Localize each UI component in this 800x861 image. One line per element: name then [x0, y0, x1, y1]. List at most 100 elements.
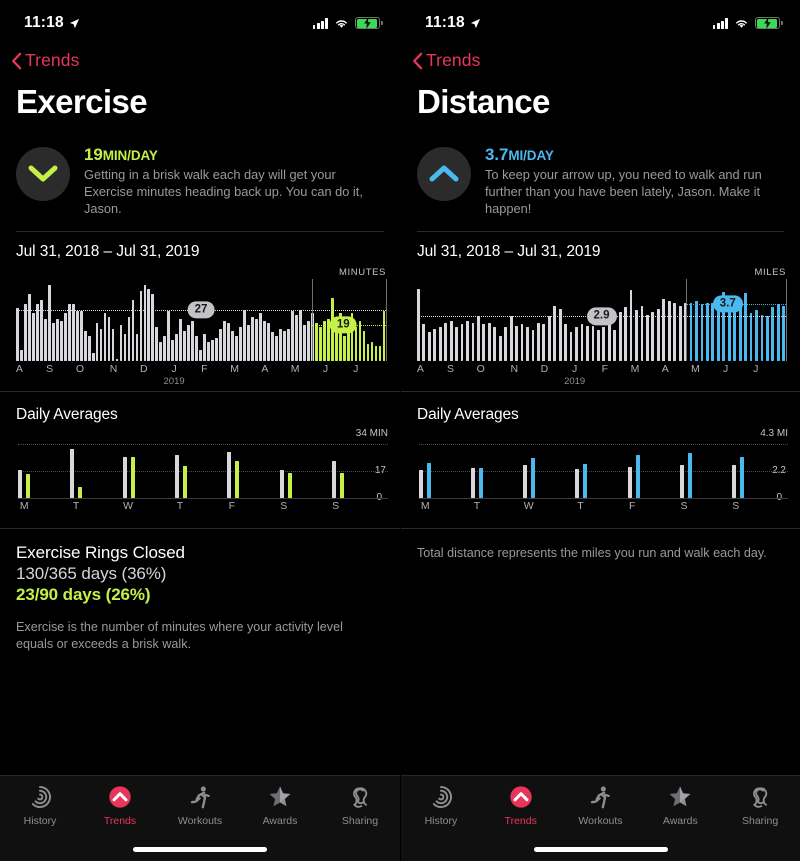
trend-bar: [629, 290, 633, 361]
x-axis-tick: A: [661, 362, 669, 375]
tab-label: History: [424, 815, 458, 827]
tab-label: Sharing: [341, 815, 379, 827]
trend-bar: [143, 284, 147, 361]
avg-bar: [739, 456, 744, 498]
avg-bar-group: [279, 444, 292, 498]
trend-bar: [575, 327, 578, 361]
trend-bar: [175, 334, 179, 361]
avg-bar-group: [174, 444, 187, 498]
avg-plot-area: [419, 443, 788, 499]
trend-bar: [460, 324, 464, 361]
avg-x-tick: S: [732, 499, 740, 512]
trend-bar: [635, 310, 638, 361]
trend-bar: [147, 288, 151, 361]
trend-bar: [727, 304, 731, 361]
daily-averages-chart[interactable]: 4.3 MI 2.2 0 MTWTFSS: [413, 428, 792, 514]
avg-bar-group: [575, 444, 588, 498]
trend-bar: [123, 334, 127, 361]
tab-workouts[interactable]: Workouts: [160, 782, 240, 827]
trend-bar: [127, 317, 131, 361]
trend-bar: [294, 315, 298, 361]
tab-awards[interactable]: Awards: [640, 782, 720, 827]
avg-bar: [479, 467, 484, 498]
avg-bar: [531, 457, 536, 498]
x-axis-tick: A: [416, 362, 424, 375]
trend-bar: [487, 322, 491, 361]
avg-bar-group: [731, 444, 744, 498]
daily-averages-chart[interactable]: 34 MIN 17 0 MTWTFSS: [12, 428, 392, 514]
avg-bar: [122, 456, 127, 498]
location-arrow-icon: [69, 18, 79, 28]
tab-label: Trends: [103, 815, 137, 827]
main-trend-chart[interactable]: MILES 2.9 3.7 A S O N D J F M A M J J 2019: [409, 267, 794, 387]
tab-awards[interactable]: Awards: [240, 782, 320, 827]
x-axis-tick: N: [109, 362, 118, 375]
trend-bar: [482, 324, 486, 361]
location-arrow-icon: [470, 18, 480, 28]
trend-bar: [755, 310, 758, 361]
chart-unit-label: MINUTES: [339, 266, 386, 278]
tab-history[interactable]: History: [0, 782, 80, 827]
trend-direction-badge: [417, 147, 471, 201]
trend-bar: [782, 305, 786, 361]
trend-number: 19: [84, 145, 103, 164]
trend-number: 3.7: [485, 145, 509, 164]
trend-unit: MI/DAY: [508, 148, 554, 163]
avg-x-tick: F: [628, 499, 636, 512]
trends-up-arrow-icon: [107, 782, 133, 812]
phone-screen-distance: 11:18 Trends Distance 3.7MI/DAY To keep …: [400, 0, 800, 861]
back-button-trends[interactable]: Trends: [0, 40, 400, 71]
trend-bar: [526, 327, 529, 361]
long-term-average-pill: 27: [187, 300, 215, 319]
tab-workouts[interactable]: Workouts: [561, 782, 641, 827]
rings-history-icon: [27, 782, 53, 812]
trend-bar: [19, 349, 23, 361]
trend-bar: [251, 317, 254, 361]
window-start-rule: [685, 278, 687, 361]
trend-bar: [47, 284, 51, 361]
trend-bar: [553, 305, 557, 361]
tab-sharing[interactable]: Sharing: [720, 782, 800, 827]
home-indicator[interactable]: [533, 847, 668, 852]
date-range-label: Jul 31, 2018 – Jul 31, 2019: [16, 242, 200, 260]
chevron-left-icon: [12, 52, 22, 69]
trend-bar: [678, 305, 682, 361]
trend-bar: [239, 326, 242, 361]
chart-plot-area: 27 19: [16, 278, 387, 361]
trend-bar: [358, 320, 362, 361]
tab-label: Trends: [504, 815, 537, 827]
trend-bar: [711, 302, 715, 361]
trend-bar: [504, 327, 508, 361]
status-bar: 11:18: [401, 0, 800, 40]
avg-x-tick: T: [577, 499, 584, 512]
tab-trends[interactable]: Trends: [481, 782, 561, 827]
tab-sharing[interactable]: Sharing: [320, 782, 400, 827]
x-axis-year-label: 2019: [163, 375, 185, 387]
trend-value: 3.7MI/DAY: [485, 145, 786, 165]
main-trend-chart[interactable]: MINUTES 27 19 A S O N D J F M A M J J 2019: [8, 266, 394, 387]
trend-bar: [613, 330, 617, 361]
trend-bar: [167, 311, 171, 361]
x-axis-tick: O: [75, 362, 84, 375]
avg-bar: [18, 470, 22, 498]
ninety-day-average-pill: 19: [329, 316, 357, 334]
trend-bar: [219, 328, 222, 361]
tab-trends[interactable]: Trends: [80, 782, 160, 827]
back-button-trends[interactable]: Trends: [401, 40, 800, 71]
cellular-bars-icon: [312, 18, 328, 29]
trend-bar: [596, 330, 600, 361]
home-indicator[interactable]: [133, 847, 267, 852]
avg-bar-group: [471, 444, 484, 498]
avg-bar: [731, 465, 736, 498]
trend-bar: [662, 299, 666, 361]
tab-history[interactable]: History: [401, 782, 481, 827]
avg-bar: [627, 466, 632, 498]
trend-bar: [536, 322, 540, 361]
trend-bar: [231, 330, 234, 361]
trend-bar: [493, 327, 497, 361]
trend-bar: [776, 304, 780, 361]
x-axis-year-label: 2019: [564, 375, 586, 387]
avg-x-tick: W: [123, 499, 134, 512]
trend-bar: [203, 334, 207, 361]
avg-bar: [687, 452, 692, 498]
